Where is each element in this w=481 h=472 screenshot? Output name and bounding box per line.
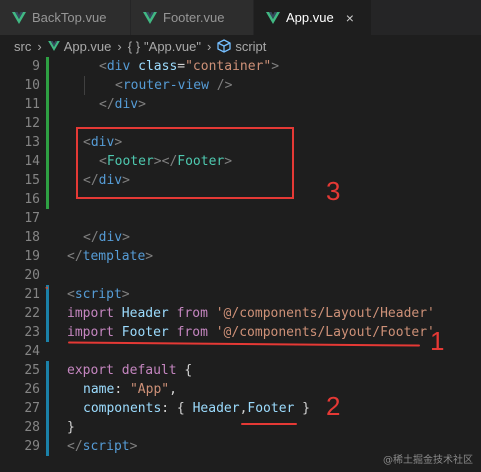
code-line: 23 import Footer from '@/components/Layo… xyxy=(0,323,481,342)
gutter-change-marker xyxy=(46,361,49,380)
line-number: 20 xyxy=(24,268,40,283)
line-number: 26 xyxy=(24,382,40,397)
tab-footer-vue[interactable]: Footer.vue xyxy=(131,0,254,35)
gutter-change-marker xyxy=(46,437,49,456)
gutter-change-marker xyxy=(46,418,49,437)
breadcrumb-object[interactable]: "App.vue" xyxy=(144,39,201,54)
gutter-change-marker xyxy=(46,323,49,342)
gutter-change-marker xyxy=(46,95,49,114)
gutter-change-marker xyxy=(46,76,49,95)
chevron-right-icon: › xyxy=(37,38,42,54)
annotation-label: 2 xyxy=(326,391,341,421)
code-line: 9 <div class="container"> xyxy=(0,57,481,76)
code-line: 25 export default { xyxy=(0,361,481,380)
gutter-change-marker xyxy=(46,133,49,152)
breadcrumb-file[interactable]: App.vue xyxy=(64,39,112,54)
vue-file-icon xyxy=(266,11,280,24)
annotation-underline xyxy=(241,423,297,425)
tab-backtop-vue[interactable]: BackTop.vue xyxy=(0,0,131,35)
tab-label: Footer.vue xyxy=(163,10,225,25)
cube-icon xyxy=(217,39,231,53)
chevron-right-icon: › xyxy=(117,38,122,54)
close-icon[interactable]: × xyxy=(346,10,354,26)
code-line: 28 } xyxy=(0,418,481,437)
line-number: 9 xyxy=(32,59,40,74)
object-icon: { } xyxy=(127,38,141,54)
tab-app-vue[interactable]: App.vue × xyxy=(254,0,372,35)
line-number: 10 xyxy=(24,78,40,93)
breadcrumb: src › App.vue › { } "App.vue" › script xyxy=(0,35,481,57)
annotation-box xyxy=(76,127,294,199)
line-number: 19 xyxy=(24,249,40,264)
line-number: 22 xyxy=(24,306,40,321)
chevron-right-icon: › xyxy=(206,38,212,54)
editor-tab-bar: BackTop.vue Footer.vue App.vue × xyxy=(0,0,481,35)
line-number: 24 xyxy=(24,344,40,359)
line-number: 13 xyxy=(24,135,40,150)
line-number: 15 xyxy=(24,173,40,188)
gutter-change-marker xyxy=(46,399,49,418)
line-number: 14 xyxy=(24,154,40,169)
gutter-change-marker xyxy=(46,152,49,171)
line-number: 18 xyxy=(24,230,40,245)
code-line: 17 xyxy=(0,209,481,228)
gutter-change-marker xyxy=(46,190,49,209)
line-number: 25 xyxy=(24,363,40,378)
code-line: 18 </div> xyxy=(0,228,481,247)
gutter-change-marker xyxy=(46,171,49,190)
code-line: 11 </div> xyxy=(0,95,481,114)
gutter-change-marker xyxy=(46,304,49,323)
code-line: 21 <script> xyxy=(0,285,481,304)
code-line: 19 </template> xyxy=(0,247,481,266)
code-line: 20 xyxy=(0,266,481,285)
annotation-label: 1 xyxy=(430,326,445,356)
gutter-change-marker xyxy=(46,380,49,399)
breakpoint-marker-icon: ◂ xyxy=(44,283,49,292)
watermark: @稀土掘金技术社区 xyxy=(383,455,473,466)
line-number: 12 xyxy=(24,116,40,131)
code-line: 10 <router-view /> xyxy=(0,76,481,95)
gutter-change-marker xyxy=(46,57,49,76)
line-number: 29 xyxy=(24,439,40,454)
tab-label: App.vue xyxy=(286,10,334,25)
line-number: 16 xyxy=(24,192,40,207)
code-line: 27 components: { Header,Footer } xyxy=(0,399,481,418)
line-number: 21 xyxy=(24,287,40,302)
line-number: 17 xyxy=(24,211,40,226)
code-line: 26 name: "App", xyxy=(0,380,481,399)
line-number: 28 xyxy=(24,420,40,435)
code-line: 22 import Header from '@/components/Layo… xyxy=(0,304,481,323)
annotation-label: 3 xyxy=(326,176,341,206)
line-number: 23 xyxy=(24,325,40,340)
gutter-change-marker xyxy=(46,114,49,133)
breadcrumb-folder[interactable]: src xyxy=(14,39,31,54)
tab-label: BackTop.vue xyxy=(32,10,107,25)
breadcrumb-section[interactable]: script xyxy=(235,39,266,54)
vue-file-icon xyxy=(47,41,60,51)
line-number: 27 xyxy=(24,401,40,416)
line-number: 11 xyxy=(24,97,40,112)
vue-file-icon xyxy=(12,11,26,24)
code-editor[interactable]: 9 <div class="container"> 10 <router-vie… xyxy=(0,57,481,472)
vue-file-icon xyxy=(143,11,157,24)
